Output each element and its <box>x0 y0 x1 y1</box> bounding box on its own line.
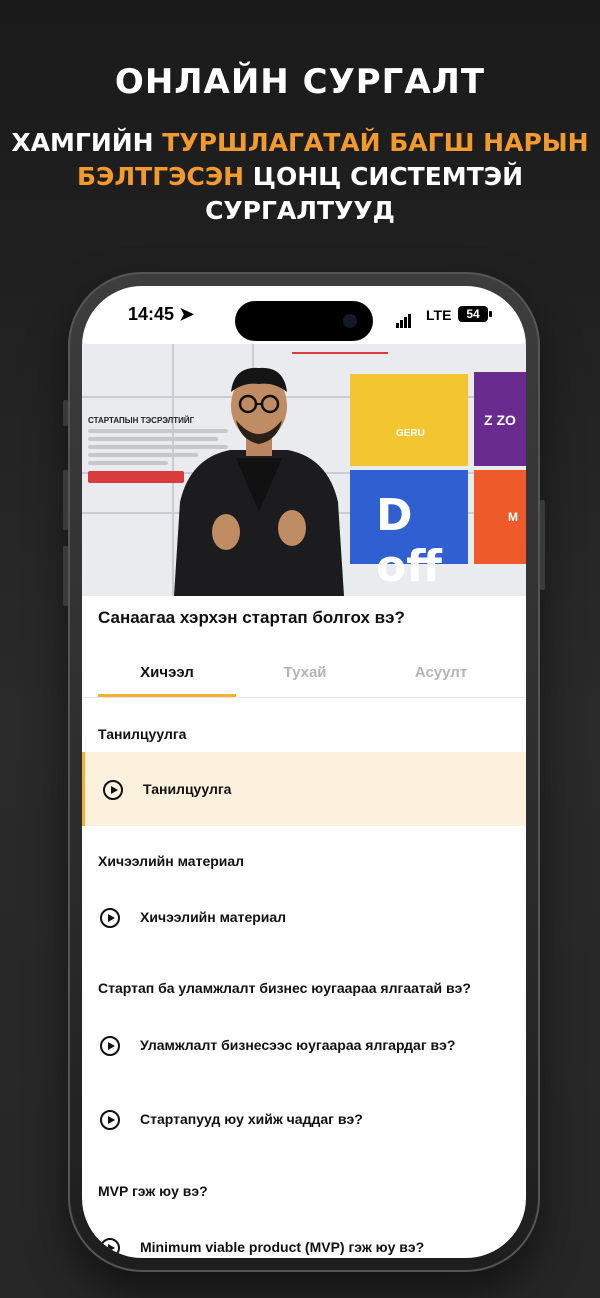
logo-tile-doff: D off <box>350 470 468 592</box>
section-heading: Хичээлийн материал <box>98 853 245 869</box>
lesson-item-label: Хичээлийн материал <box>140 909 287 925</box>
network-type: LTE <box>426 307 452 323</box>
location-arrow-icon: ➤ <box>179 304 195 324</box>
promo-subheadline: ХАМГИЙН ТУРШЛАГАТАЙ БАГШ НАРЫН БЭЛТГЭСЭН… <box>0 126 600 228</box>
instructor-image <box>174 367 344 596</box>
lesson-item[interactable]: Minimum viable product (MVP) гэж юу вэ? <box>82 1210 526 1258</box>
battery-icon: 54 <box>458 306 492 322</box>
active-tab-indicator <box>98 694 236 697</box>
promo-sub-part1: ХАМГИЙН <box>11 128 163 157</box>
promo-sub-part2: ЦОНЦ СИСТЕМТЭЙ <box>244 162 524 191</box>
section-heading: Танилцуулга <box>98 726 187 742</box>
section-heading: Стартап ба уламжлалт бизнес юугаараа ялг… <box>98 980 471 996</box>
tab-about[interactable]: Тухай <box>236 664 374 681</box>
cellular-signal-icon <box>396 310 412 328</box>
lesson-item-label: Стартапууд юу хийж чаддаг вэ? <box>140 1111 363 1127</box>
app-screen: 14:45 ➤ LTE 54 СТАРТАПЫН ТЭСРЭЛТИЙГ GERU <box>82 286 526 1258</box>
play-icon <box>100 1238 120 1258</box>
play-icon <box>100 1036 120 1056</box>
lesson-item-label: Уламжлалт бизнесээс юугаараа ялгардаг вэ… <box>140 1037 456 1053</box>
promo-sub-highlight2: БЭЛТГЭСЭН <box>76 162 245 191</box>
phone-volume-up-button <box>63 470 68 530</box>
lesson-tabs: Хичээл Тухай Асуулт <box>82 656 526 698</box>
promo-sub-highlight1: ТУРШЛАГАТАЙ БАГШ НАРЫН <box>162 128 589 157</box>
promo-sub-part3: СУРГАЛТУУД <box>205 196 395 225</box>
play-icon <box>100 1110 120 1130</box>
logo-tile-geru: GERU <box>350 374 468 466</box>
logo-tile-m: M <box>474 470 526 564</box>
play-icon <box>100 908 120 928</box>
phone-action-button <box>63 400 68 426</box>
lesson-video-player[interactable]: СТАРТАПЫН ТЭСРЭЛТИЙГ GERU Z ZO D off M <box>82 344 526 596</box>
phone-power-button <box>540 500 545 590</box>
lesson-item[interactable]: Хичээлийн материал <box>82 880 526 954</box>
dynamic-island <box>235 301 373 341</box>
slide-button <box>88 471 184 483</box>
lesson-item-label: Minimum viable product (MVP) гэж юу вэ? <box>140 1239 425 1255</box>
slide-accent-line <box>292 352 388 354</box>
slide-text-line <box>88 461 168 465</box>
lesson-item-label: Танилцуулга <box>143 781 232 797</box>
tab-lessons[interactable]: Хичээл <box>98 664 236 681</box>
lesson-item[interactable]: Стартапууд юу хийж чаддаг вэ? <box>82 1082 526 1156</box>
promo-headline: ОНЛАЙН СУРГАЛТ <box>114 62 486 102</box>
lesson-title: Санаагаа хэрхэн стартап болгох вэ? <box>98 608 405 627</box>
tab-questions[interactable]: Асуулт <box>372 664 510 681</box>
lesson-item[interactable]: Танилцуулга <box>82 752 526 826</box>
lesson-item[interactable]: Уламжлалт бизнесээс юугаараа ялгардаг вэ… <box>82 1008 526 1082</box>
play-icon <box>103 780 123 800</box>
section-heading: MVP гэж юу вэ? <box>98 1183 208 1199</box>
phone-volume-down-button <box>63 546 68 606</box>
status-bar: 14:45 ➤ LTE 54 <box>82 286 526 346</box>
camera-icon <box>343 314 357 328</box>
logo-tile-zo: Z ZO <box>474 372 526 466</box>
status-time: 14:45 ➤ <box>128 304 195 324</box>
